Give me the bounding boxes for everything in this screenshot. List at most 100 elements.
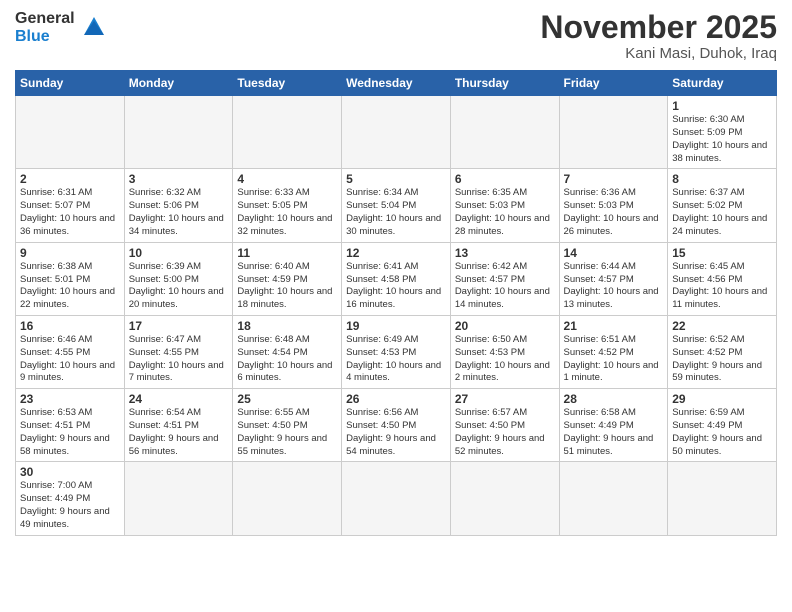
day-info: Sunrise: 6:34 AM Sunset: 5:04 PM Dayligh… — [346, 187, 446, 238]
calendar-cell — [124, 462, 233, 535]
calendar-cell: 18Sunrise: 6:48 AM Sunset: 4:54 PM Dayli… — [233, 315, 342, 388]
day-number: 15 — [672, 246, 772, 260]
calendar-cell — [233, 96, 342, 169]
calendar-cell: 4Sunrise: 6:33 AM Sunset: 5:05 PM Daylig… — [233, 169, 342, 242]
calendar-cell: 20Sunrise: 6:50 AM Sunset: 4:53 PM Dayli… — [450, 315, 559, 388]
day-number: 30 — [20, 465, 120, 479]
calendar-cell: 10Sunrise: 6:39 AM Sunset: 5:00 PM Dayli… — [124, 242, 233, 315]
logo: General Blue — [15, 10, 108, 45]
day-info: Sunrise: 7:00 AM Sunset: 4:49 PM Dayligh… — [20, 480, 120, 531]
calendar-cell — [233, 462, 342, 535]
location-title: Kani Masi, Duhok, Iraq — [540, 45, 777, 62]
day-number: 27 — [455, 392, 555, 406]
day-info: Sunrise: 6:35 AM Sunset: 5:03 PM Dayligh… — [455, 187, 555, 238]
calendar-cell: 6Sunrise: 6:35 AM Sunset: 5:03 PM Daylig… — [450, 169, 559, 242]
calendar-cell — [124, 96, 233, 169]
day-number: 20 — [455, 319, 555, 333]
day-number: 4 — [237, 172, 337, 186]
day-number: 29 — [672, 392, 772, 406]
day-number: 18 — [237, 319, 337, 333]
day-info: Sunrise: 6:32 AM Sunset: 5:06 PM Dayligh… — [129, 187, 229, 238]
calendar-cell: 9Sunrise: 6:38 AM Sunset: 5:01 PM Daylig… — [16, 242, 125, 315]
day-number: 24 — [129, 392, 229, 406]
calendar-cell — [559, 96, 668, 169]
day-number: 21 — [564, 319, 664, 333]
calendar-cell — [342, 96, 451, 169]
calendar-cell: 1Sunrise: 6:30 AM Sunset: 5:09 PM Daylig… — [668, 96, 777, 169]
day-info: Sunrise: 6:58 AM Sunset: 4:49 PM Dayligh… — [564, 407, 664, 458]
day-info: Sunrise: 6:40 AM Sunset: 4:59 PM Dayligh… — [237, 261, 337, 312]
col-tuesday: Tuesday — [233, 71, 342, 96]
day-info: Sunrise: 6:37 AM Sunset: 5:02 PM Dayligh… — [672, 187, 772, 238]
calendar-cell: 21Sunrise: 6:51 AM Sunset: 4:52 PM Dayli… — [559, 315, 668, 388]
header: General Blue November 2025 Kani Masi, Du… — [15, 10, 777, 62]
day-info: Sunrise: 6:57 AM Sunset: 4:50 PM Dayligh… — [455, 407, 555, 458]
calendar-cell — [668, 462, 777, 535]
header-row: Sunday Monday Tuesday Wednesday Thursday… — [16, 71, 777, 96]
day-number: 16 — [20, 319, 120, 333]
day-info: Sunrise: 6:44 AM Sunset: 4:57 PM Dayligh… — [564, 261, 664, 312]
calendar-cell: 24Sunrise: 6:54 AM Sunset: 4:51 PM Dayli… — [124, 389, 233, 462]
day-number: 9 — [20, 246, 120, 260]
day-info: Sunrise: 6:59 AM Sunset: 4:49 PM Dayligh… — [672, 407, 772, 458]
calendar-cell — [342, 462, 451, 535]
day-info: Sunrise: 6:55 AM Sunset: 4:50 PM Dayligh… — [237, 407, 337, 458]
col-saturday: Saturday — [668, 71, 777, 96]
day-number: 11 — [237, 246, 337, 260]
day-info: Sunrise: 6:47 AM Sunset: 4:55 PM Dayligh… — [129, 334, 229, 385]
day-info: Sunrise: 6:51 AM Sunset: 4:52 PM Dayligh… — [564, 334, 664, 385]
day-info: Sunrise: 6:31 AM Sunset: 5:07 PM Dayligh… — [20, 187, 120, 238]
calendar-cell — [450, 96, 559, 169]
day-number: 14 — [564, 246, 664, 260]
calendar-cell: 8Sunrise: 6:37 AM Sunset: 5:02 PM Daylig… — [668, 169, 777, 242]
calendar-cell — [559, 462, 668, 535]
calendar-cell: 22Sunrise: 6:52 AM Sunset: 4:52 PM Dayli… — [668, 315, 777, 388]
col-sunday: Sunday — [16, 71, 125, 96]
calendar-cell: 23Sunrise: 6:53 AM Sunset: 4:51 PM Dayli… — [16, 389, 125, 462]
page: General Blue November 2025 Kani Masi, Du… — [0, 0, 792, 546]
day-number: 25 — [237, 392, 337, 406]
day-info: Sunrise: 6:48 AM Sunset: 4:54 PM Dayligh… — [237, 334, 337, 385]
day-number: 10 — [129, 246, 229, 260]
col-wednesday: Wednesday — [342, 71, 451, 96]
day-number: 6 — [455, 172, 555, 186]
calendar-cell: 2Sunrise: 6:31 AM Sunset: 5:07 PM Daylig… — [16, 169, 125, 242]
day-number: 1 — [672, 99, 772, 113]
calendar-cell: 28Sunrise: 6:58 AM Sunset: 4:49 PM Dayli… — [559, 389, 668, 462]
day-number: 7 — [564, 172, 664, 186]
title-block: November 2025 Kani Masi, Duhok, Iraq — [540, 10, 777, 62]
day-info: Sunrise: 6:30 AM Sunset: 5:09 PM Dayligh… — [672, 114, 772, 165]
calendar: Sunday Monday Tuesday Wednesday Thursday… — [15, 70, 777, 536]
col-monday: Monday — [124, 71, 233, 96]
day-info: Sunrise: 6:41 AM Sunset: 4:58 PM Dayligh… — [346, 261, 446, 312]
calendar-cell — [450, 462, 559, 535]
day-number: 23 — [20, 392, 120, 406]
calendar-cell: 11Sunrise: 6:40 AM Sunset: 4:59 PM Dayli… — [233, 242, 342, 315]
calendar-cell — [16, 96, 125, 169]
col-thursday: Thursday — [450, 71, 559, 96]
day-info: Sunrise: 6:56 AM Sunset: 4:50 PM Dayligh… — [346, 407, 446, 458]
calendar-cell: 25Sunrise: 6:55 AM Sunset: 4:50 PM Dayli… — [233, 389, 342, 462]
day-number: 3 — [129, 172, 229, 186]
calendar-cell: 15Sunrise: 6:45 AM Sunset: 4:56 PM Dayli… — [668, 242, 777, 315]
day-number: 2 — [20, 172, 120, 186]
calendar-cell: 26Sunrise: 6:56 AM Sunset: 4:50 PM Dayli… — [342, 389, 451, 462]
calendar-cell: 5Sunrise: 6:34 AM Sunset: 5:04 PM Daylig… — [342, 169, 451, 242]
day-info: Sunrise: 6:45 AM Sunset: 4:56 PM Dayligh… — [672, 261, 772, 312]
day-info: Sunrise: 6:33 AM Sunset: 5:05 PM Dayligh… — [237, 187, 337, 238]
calendar-cell: 3Sunrise: 6:32 AM Sunset: 5:06 PM Daylig… — [124, 169, 233, 242]
col-friday: Friday — [559, 71, 668, 96]
calendar-cell: 12Sunrise: 6:41 AM Sunset: 4:58 PM Dayli… — [342, 242, 451, 315]
day-info: Sunrise: 6:49 AM Sunset: 4:53 PM Dayligh… — [346, 334, 446, 385]
day-number: 19 — [346, 319, 446, 333]
day-info: Sunrise: 6:42 AM Sunset: 4:57 PM Dayligh… — [455, 261, 555, 312]
calendar-cell: 27Sunrise: 6:57 AM Sunset: 4:50 PM Dayli… — [450, 389, 559, 462]
day-number: 26 — [346, 392, 446, 406]
day-info: Sunrise: 6:54 AM Sunset: 4:51 PM Dayligh… — [129, 407, 229, 458]
day-info: Sunrise: 6:38 AM Sunset: 5:01 PM Dayligh… — [20, 261, 120, 312]
day-number: 22 — [672, 319, 772, 333]
month-title: November 2025 — [540, 10, 777, 45]
day-info: Sunrise: 6:36 AM Sunset: 5:03 PM Dayligh… — [564, 187, 664, 238]
day-number: 28 — [564, 392, 664, 406]
calendar-cell: 17Sunrise: 6:47 AM Sunset: 4:55 PM Dayli… — [124, 315, 233, 388]
